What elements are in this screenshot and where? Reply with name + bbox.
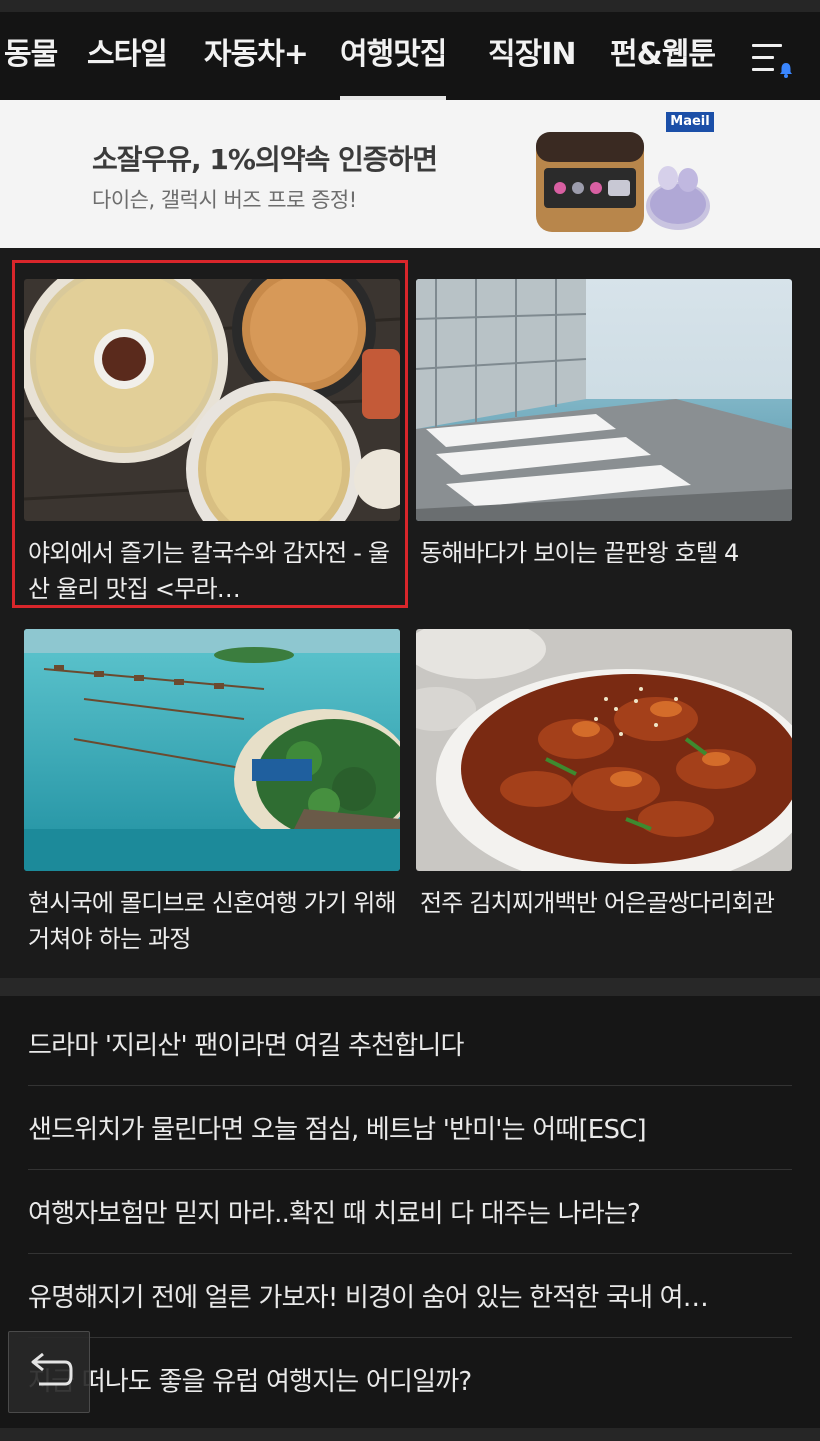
tab-fun-webtoon[interactable]: 펀&웹툰: [610, 12, 716, 100]
tab-workplace[interactable]: 직장IN: [488, 12, 576, 100]
brand-logo: Maeil: [666, 112, 714, 132]
list-item[interactable]: 여행자보험만 믿지 마라..확진 때 치료비 다 대주는 나라는?: [28, 1168, 792, 1252]
spicy-pork-dish-photo: [416, 629, 792, 871]
card-caption: 현시국에 몰디브로 신혼여행 가기 위해 거쳐야 하는 과정: [28, 889, 397, 953]
card-caption: 전주 김치찌개백반 어은골쌍다리회관: [420, 889, 775, 917]
notification-bell-icon: [780, 63, 792, 78]
menu-bell-icon[interactable]: [746, 40, 798, 84]
back-arrow-icon: [31, 1352, 73, 1386]
list-item[interactable]: 지금 떠나도 좋을 유럽 여행지는 어디일까?: [28, 1336, 792, 1420]
list-item[interactable]: 샌드위치가 물린다면 오늘 점심, 베트남 '반미'는 어때[ESC]: [28, 1084, 792, 1168]
selection-highlight: [12, 260, 408, 608]
ad-subtitle: 다이슨, 갤럭시 버즈 프로 증정!: [92, 188, 357, 212]
list-item[interactable]: 드라마 '지리산' 팬이라면 여길 추천합니다: [28, 1000, 792, 1084]
ad-product-image: [536, 132, 710, 232]
status-strip: [0, 0, 820, 12]
tab-style[interactable]: 스타일: [87, 12, 168, 100]
list-item[interactable]: 유명해지기 전에 얼른 가보자! 비경이 숨어 있는 한적한 국내 여…: [28, 1252, 792, 1336]
ad-banner[interactable]: 소잘우유, 1%의약속 인증하면 다이슨, 갤럭시 버즈 프로 증정! Maei…: [0, 100, 820, 248]
hotel-pool-sea-photo: [416, 279, 792, 521]
tab-animals[interactable]: 동물: [4, 12, 58, 100]
maldives-island-photo: [24, 629, 400, 871]
article-list: 드라마 '지리산' 팬이라면 여길 추천합니다 샌드위치가 물린다면 오늘 점심…: [0, 996, 820, 1428]
back-button[interactable]: [8, 1331, 90, 1413]
tab-cars[interactable]: 자동차+: [204, 12, 309, 100]
category-tab-bar: 동물 스타일 자동차+ 여행맛집 직장IN 펀&웹툰: [0, 12, 820, 100]
ad-title: 소잘우유, 1%의약속 인증하면: [92, 143, 438, 176]
card-caption: 동해바다가 보이는 끝판왕 호텔 4: [420, 539, 739, 567]
tab-travel-food[interactable]: 여행맛집: [340, 12, 447, 100]
bottom-strip: [0, 1428, 820, 1441]
section-divider: [0, 978, 820, 996]
